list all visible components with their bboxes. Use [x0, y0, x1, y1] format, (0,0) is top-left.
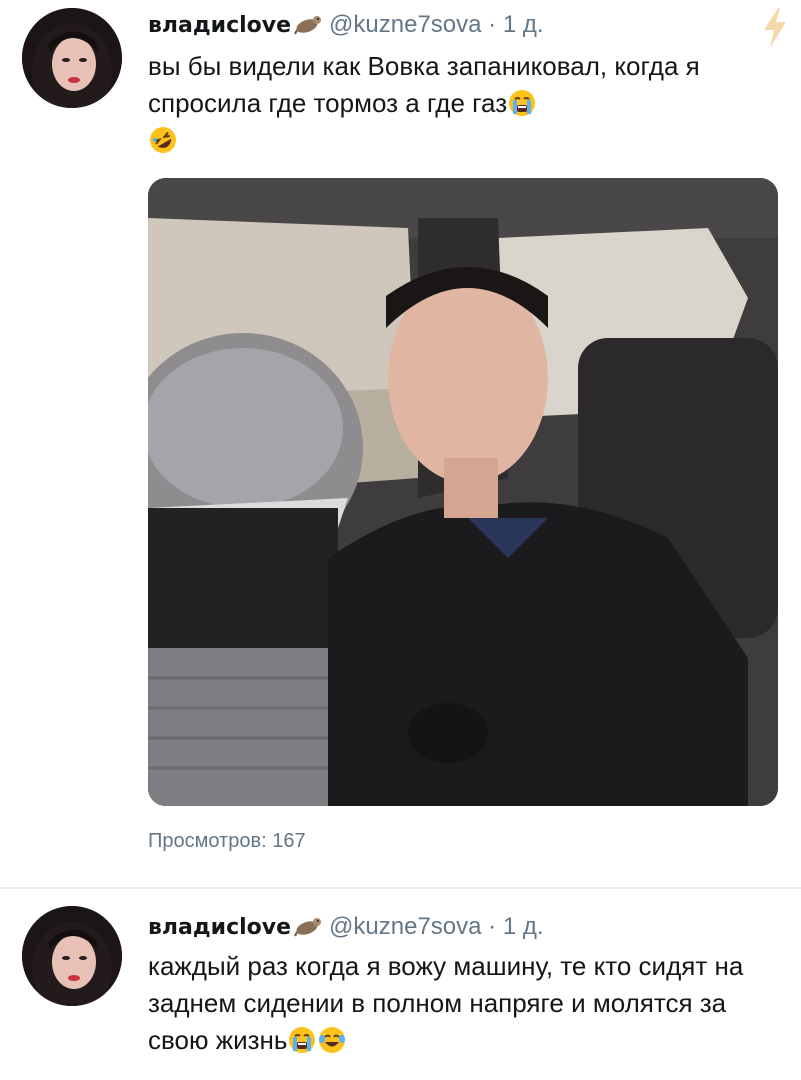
tweet-time[interactable]: 1 д.: [503, 913, 544, 940]
author-name[interactable]: владиclove: [148, 13, 291, 38]
tweet-text: вы бы видели как Вовка запаниковал, когд…: [148, 48, 758, 159]
otter-icon: [293, 914, 325, 938]
tweet-divider: [0, 887, 801, 889]
tweet-text-content: вы бы видели как Вовка запаниковал, когд…: [148, 51, 700, 118]
tweet-text-content: каждый раз когда я вожу машину, те кто с…: [148, 951, 744, 1055]
separator-dot: ·: [488, 11, 497, 38]
tweet-1[interactable]: владиclove @kuzne7sova · 1 д. вы бы видел…: [0, 0, 801, 890]
crying-face-emoji: [287, 1025, 317, 1055]
author-handle[interactable]: @kuzne7sova: [329, 913, 481, 940]
tweet-header: владиclove @kuzne7sova · 1 д.: [148, 912, 544, 943]
separator-dot: ·: [488, 913, 497, 940]
tears-of-joy-emoji: [317, 1025, 347, 1055]
views-count[interactable]: Просмотров: 167: [148, 830, 306, 853]
tweet-header: владиclove @kuzne7sova · 1 д.: [148, 10, 544, 41]
tweet-time[interactable]: 1 д.: [503, 11, 544, 38]
lightning-bolt-icon[interactable]: [760, 6, 790, 50]
rolling-laughing-emoji: [148, 125, 178, 155]
otter-icon: [293, 12, 325, 36]
author-name[interactable]: владиclove: [148, 915, 291, 940]
tweet-2[interactable]: владиclove @kuzne7sova · 1 д. каждый раз …: [0, 890, 801, 1080]
crying-face-emoji: [507, 88, 537, 118]
video-thumbnail[interactable]: [148, 178, 778, 806]
avatar[interactable]: [22, 906, 122, 1006]
author-handle[interactable]: @kuzne7sova: [329, 11, 481, 38]
avatar[interactable]: [22, 8, 122, 108]
tweet-text: каждый раз когда я вожу машину, те кто с…: [148, 948, 778, 1059]
